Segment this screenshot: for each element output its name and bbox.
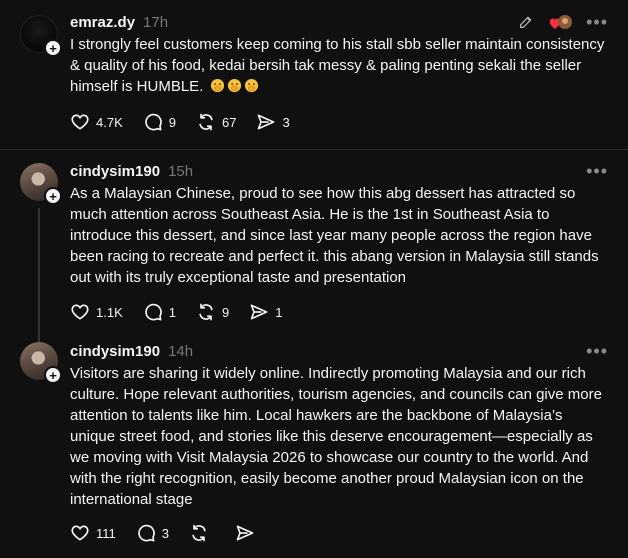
reply-count: 9 <box>168 114 176 130</box>
timestamp[interactable]: 17h <box>143 14 168 31</box>
reply-button[interactable]: 3 <box>136 523 169 543</box>
share-button[interactable]: 1 <box>249 302 282 322</box>
comment-icon <box>144 113 162 131</box>
share-button[interactable]: 3 <box>256 112 290 132</box>
follow-plus-icon[interactable]: + <box>44 187 62 205</box>
reply-count: 3 <box>161 525 169 541</box>
heart-icon <box>71 114 89 130</box>
comment-icon <box>137 524 155 542</box>
like-button[interactable]: 4.7K <box>70 112 123 132</box>
reply-button[interactable]: 9 <box>143 112 176 132</box>
timestamp[interactable]: 15h <box>168 163 193 180</box>
repost-count: 67 <box>221 114 237 130</box>
username[interactable]: cindysim190 <box>70 163 160 180</box>
more-options-icon[interactable]: ••• <box>586 162 608 180</box>
face-with-hand-emoji <box>244 78 258 93</box>
like-button[interactable]: 1.1K <box>70 302 123 322</box>
avatar[interactable]: + <box>20 342 62 384</box>
like-button[interactable]: 111 <box>70 523 116 543</box>
post-text: I strongly feel customers keep coming to… <box>70 36 605 95</box>
follow-plus-icon[interactable]: + <box>44 366 62 384</box>
share-count: 1 <box>275 304 283 320</box>
threads-feed: + emraz.dy 17h ••• I strongly feel custo… <box>0 0 628 558</box>
repost-button[interactable] <box>189 523 215 543</box>
repost-button[interactable]: 9 <box>196 302 229 322</box>
post: + cindysim190 15h ••• As a Malaysian Chi… <box>0 150 628 344</box>
reply-button[interactable]: 1 <box>143 302 176 322</box>
username[interactable]: cindysim190 <box>70 343 160 360</box>
liked-heart-avatar-icon <box>548 13 573 31</box>
repost-icon <box>199 113 213 131</box>
face-with-hand-emoji <box>227 78 241 93</box>
thread-line <box>38 208 40 344</box>
avatar[interactable]: + <box>20 163 62 205</box>
send-icon <box>236 525 254 541</box>
comment-icon <box>144 303 162 321</box>
more-options-icon[interactable]: ••• <box>586 13 608 31</box>
post: + cindysim190 14h ••• Visitors are shari… <box>0 336 628 558</box>
post-text: Visitors are sharing it widely online. I… <box>70 365 602 508</box>
send-icon <box>250 304 268 320</box>
send-icon <box>258 114 275 130</box>
edit-pencil-icon[interactable] <box>518 14 534 30</box>
post: + emraz.dy 17h ••• I strongly feel custo… <box>0 0 628 150</box>
share-button[interactable] <box>235 523 261 543</box>
face-with-hand-emoji <box>210 78 224 93</box>
reply-count: 1 <box>168 304 176 320</box>
timestamp[interactable]: 14h <box>168 343 193 360</box>
heart-icon <box>71 304 89 320</box>
avatar[interactable]: + <box>20 15 62 57</box>
post-text: As a Malaysian Chinese, proud to see how… <box>70 185 599 286</box>
heart-icon <box>71 525 89 541</box>
like-count: 4.7K <box>96 114 123 130</box>
like-count: 111 <box>96 525 116 541</box>
follow-plus-icon[interactable]: + <box>44 39 62 57</box>
username[interactable]: emraz.dy <box>70 14 135 31</box>
repost-button[interactable]: 67 <box>196 112 236 132</box>
repost-icon <box>199 303 213 321</box>
repost-icon <box>192 524 206 542</box>
like-count: 1.1K <box>96 304 123 320</box>
more-options-icon[interactable]: ••• <box>586 342 608 360</box>
repost-count: 9 <box>221 304 230 320</box>
share-count: 3 <box>282 114 290 130</box>
